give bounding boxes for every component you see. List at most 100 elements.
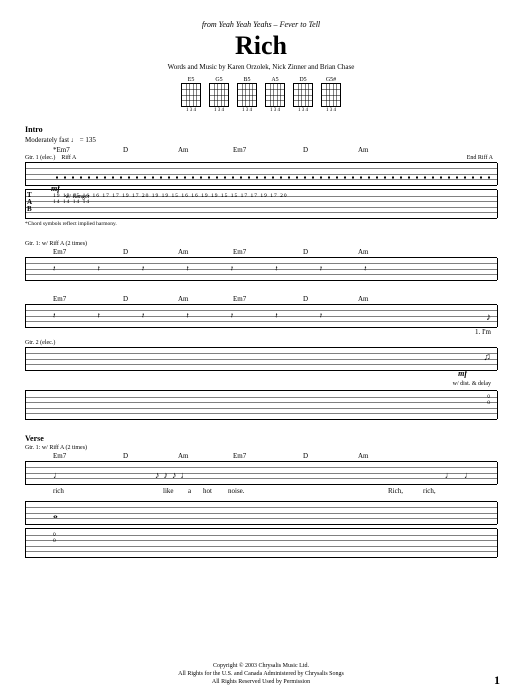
- gtr1-label: Gtr. 1 (elec.) Riff A: [25, 155, 497, 161]
- tab-verse-num: 00: [53, 532, 57, 544]
- system-verse: Gtr. 1: w/ Riff A (2 times) Em7 D Am Em7…: [25, 445, 497, 558]
- tab-clef: TAB: [27, 192, 32, 213]
- chord: Am: [178, 146, 233, 154]
- staff-verse-gtr2: 𝅝: [25, 501, 497, 525]
- note-icon: ♩ ♩: [445, 470, 477, 480]
- chord: Em7: [233, 452, 303, 460]
- system-2: Gtr. 1: w/ Riff A (2 times) Em7 D Am Em7…: [25, 241, 497, 281]
- fret-nums: 1 3 4: [326, 108, 336, 113]
- rests-icon: 𝄽 𝄽 𝄽 𝄽 𝄽 𝄽 𝄽: [53, 311, 493, 321]
- fret-nums: 1 3 4: [186, 108, 196, 113]
- gtr-label-text: Gtr. 1 (elec.): [25, 155, 55, 161]
- lyric-pickup: 1. I'm: [25, 328, 497, 336]
- riff-label: Riff A: [61, 155, 76, 161]
- page-number: 1: [494, 673, 500, 688]
- note-icon: ♪: [486, 312, 491, 323]
- chord: Am: [178, 295, 233, 303]
- gtr2-label: Gtr. 2 (elec.): [25, 340, 497, 346]
- staff-verse-vox: ♩ ♪♪♪♩ ♩ ♩: [25, 461, 497, 485]
- chord: D: [303, 452, 358, 460]
- section-intro: Intro: [25, 125, 497, 134]
- note-icon: ♪♪♪♩: [155, 470, 194, 480]
- chord-row-s3: Em7 D Am Em7 D Am: [25, 295, 497, 303]
- chord-footnote: *Chord symbols reflect implied harmony.: [25, 221, 497, 227]
- chord: Am: [178, 452, 233, 460]
- tab-end: 00: [487, 394, 491, 406]
- system-intro: *Em7 D Am Em7 D Am Gtr. 1 (elec.) Riff A…: [25, 146, 497, 227]
- fret-grid-icon: [293, 83, 313, 107]
- chord: D: [123, 452, 178, 460]
- chord-diagram: A51 3 4: [265, 77, 285, 113]
- chord-row-verse: Em7 D Am Em7 D Am: [25, 452, 497, 460]
- chord-diagrams: E51 3 4G51 3 4B51 3 4A51 3 4D51 3 4G5#1 …: [25, 77, 497, 113]
- chord-diagram: E51 3 4: [181, 77, 201, 113]
- lyric: [123, 487, 163, 495]
- lyric: [338, 487, 388, 495]
- chord: D: [123, 248, 178, 256]
- copyright-line2: All Rights for the U.S. and Canada Admin…: [0, 670, 522, 678]
- lyric: rich,: [423, 487, 453, 495]
- lyric: noise.: [228, 487, 288, 495]
- source-album: Fever to Tell: [280, 20, 321, 29]
- source-line: from Yeah Yeah Yeahs – Fever to Tell: [25, 20, 497, 29]
- gtr-label-verse: Gtr. 1: w/ Riff A (2 times): [25, 445, 497, 451]
- chord-diagram: G5#1 3 4: [321, 77, 341, 113]
- effect2: w/ dist. & delay: [25, 381, 497, 387]
- chord: Em7: [233, 248, 303, 256]
- chord: Em7: [53, 248, 123, 256]
- source-prefix: from Yeah Yeah Yeahs –: [202, 20, 280, 29]
- chord: D: [303, 146, 358, 154]
- staff-s3b: ♫: [25, 347, 497, 371]
- tempo: Moderately fast ♩ = 135: [25, 136, 497, 144]
- fret-grid-icon: [181, 83, 201, 107]
- lyric: rich: [53, 487, 123, 495]
- system-3: Em7 D Am Em7 D Am 𝄽 𝄽 𝄽 𝄽 𝄽 𝄽 𝄽 ♪ 1. I'm…: [25, 295, 497, 420]
- chord: Am: [358, 452, 413, 460]
- chord: D: [303, 248, 358, 256]
- staff-s2: 𝄽 𝄽 𝄽 𝄽 𝄽 𝄽 𝄽 𝄽: [25, 257, 497, 281]
- chord-diagram: D51 3 4: [293, 77, 313, 113]
- chord: *Em7: [53, 146, 123, 154]
- copyright-line1: Copyright © 2003 Chrysalis Music Ltd.: [0, 662, 522, 670]
- fret-nums: 1 3 4: [214, 108, 224, 113]
- chord: Em7: [233, 146, 303, 154]
- chord: Em7: [53, 295, 123, 303]
- tab-s3: 00: [25, 390, 497, 420]
- staff-s3a: 𝄽 𝄽 𝄽 𝄽 𝄽 𝄽 𝄽 ♪: [25, 304, 497, 328]
- fret-nums: 1 3 4: [270, 108, 280, 113]
- chord-row-intro: *Em7 D Am Em7 D Am: [25, 146, 497, 154]
- header: from Yeah Yeah Yeahs – Fever to Tell Ric…: [25, 20, 497, 113]
- tab-verse: 00: [25, 528, 497, 558]
- chord: Em7: [53, 452, 123, 460]
- tab-line2: 14 14 14 14: [53, 199, 90, 205]
- chord: D: [123, 146, 178, 154]
- chord: Em7: [233, 295, 303, 303]
- lyric: [288, 487, 338, 495]
- lyrics-row: rich like a hot noise. Rich, rich,: [25, 487, 497, 495]
- lyric: like: [163, 487, 188, 495]
- gtr-label-s2: Gtr. 1: w/ Riff A (2 times): [25, 241, 497, 247]
- fret-grid-icon: [321, 83, 341, 107]
- lyric: hot: [203, 487, 228, 495]
- credits: Words and Music by Karen Orzolek, Nick Z…: [25, 63, 497, 71]
- lyric: Rich,: [388, 487, 423, 495]
- chord-diagram: B51 3 4: [237, 77, 257, 113]
- fret-grid-icon: [209, 83, 229, 107]
- chord-row-s2: Em7 D Am Em7 D Am: [25, 248, 497, 256]
- chord: D: [303, 295, 358, 303]
- dynamic-mf2: mf: [458, 369, 467, 378]
- copyright-line3: All Rights Reserved Used by Permission: [0, 678, 522, 686]
- copyright-footer: Copyright © 2003 Chrysalis Music Ltd. Al…: [0, 662, 522, 686]
- song-title: Rich: [25, 31, 497, 61]
- fret-grid-icon: [237, 83, 257, 107]
- tab-intro: TAB 19 19 15 16 16 17 17 19 17 20 19 19 …: [25, 189, 497, 219]
- fret-nums: 1 3 4: [298, 108, 308, 113]
- fret-grid-icon: [265, 83, 285, 107]
- note-icon: ♫: [484, 352, 492, 363]
- chord: Am: [178, 248, 233, 256]
- section-verse: Verse: [25, 434, 497, 443]
- chord: D: [123, 295, 178, 303]
- note-icon: 𝅝: [53, 507, 58, 522]
- fret-nums: 1 3 4: [242, 108, 252, 113]
- lyric: a: [188, 487, 203, 495]
